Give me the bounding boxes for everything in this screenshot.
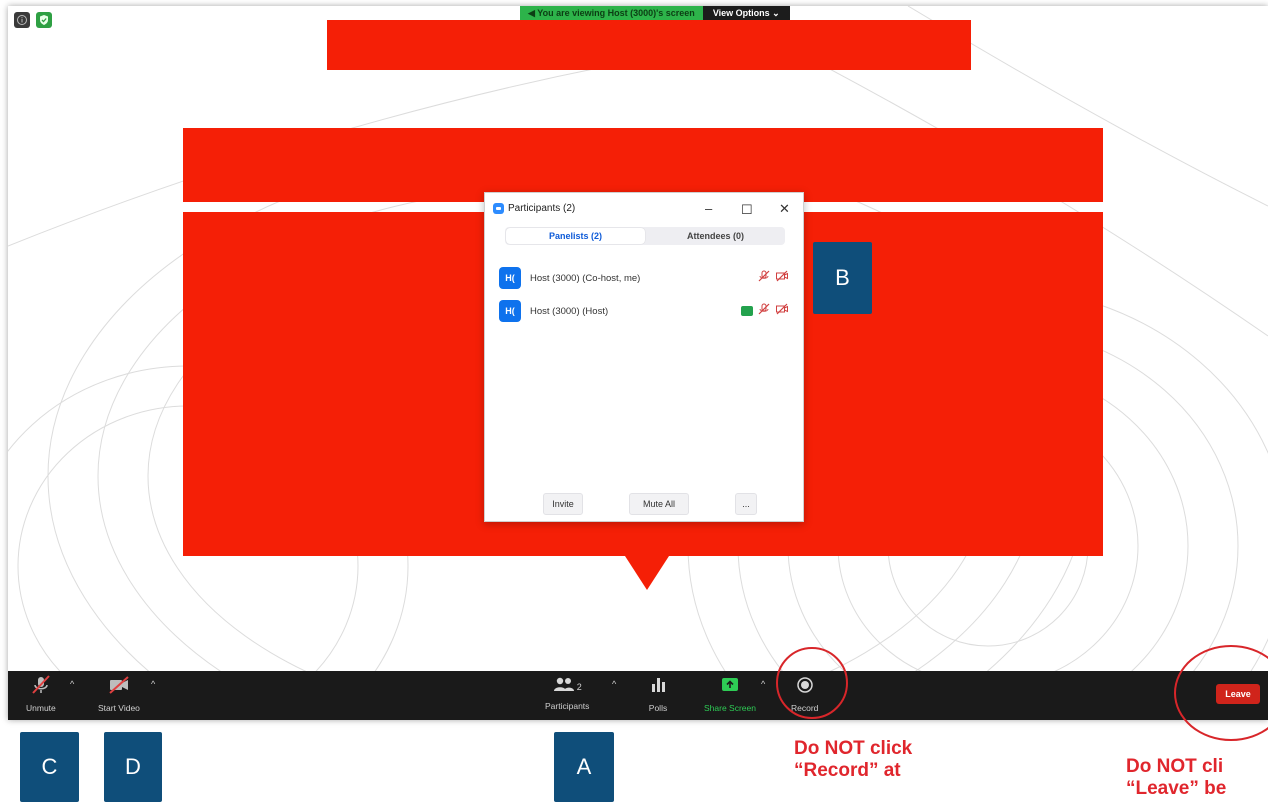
participant-name: Host (3000) (Co-host, me) (530, 272, 641, 284)
video-off-icon[interactable] (775, 302, 789, 321)
start-video-label: Start Video (98, 703, 140, 713)
participant-row[interactable]: H( Host (3000) (Co-host, me) (499, 267, 789, 289)
meeting-status-icons (14, 12, 52, 28)
unmute-label: Unmute (26, 703, 56, 713)
start-video-button[interactable]: Start Video (98, 675, 140, 713)
leave-warning-text: Do NOT cli “Leave” be (1126, 756, 1227, 799)
video-off-icon (107, 675, 131, 700)
mute-all-button[interactable]: Mute All (629, 493, 689, 515)
participants-icon (553, 675, 575, 698)
meeting-window: ◀ You are viewing Host (3000)'s screen V… (8, 6, 1268, 720)
polls-label: Polls (648, 703, 668, 713)
close-icon[interactable]: ✕ (779, 201, 790, 217)
marker-b: B (813, 242, 872, 314)
participants-footer: Invite Mute All ... (485, 493, 803, 515)
marker-c: C (20, 732, 79, 802)
unmute-button[interactable]: Unmute (26, 675, 56, 713)
screen-share-banner: ◀ You are viewing Host (3000)'s screen V… (520, 6, 790, 20)
video-options-caret[interactable]: ^ (151, 679, 155, 689)
participants-count: 2 (576, 681, 582, 692)
meeting-toolbar: Unmute ^ Start Video ^ 2 Participants ^ (8, 671, 1268, 720)
polls-button[interactable]: Polls (648, 675, 668, 713)
mic-muted-icon[interactable] (757, 302, 771, 321)
mic-muted-icon (30, 675, 52, 700)
share-screen-button[interactable]: Share Screen (704, 675, 756, 713)
viewing-status: ◀ You are viewing Host (3000)'s screen (520, 6, 703, 20)
redacted-title-block (327, 20, 971, 70)
sharing-screen-icon (741, 306, 753, 316)
zoom-logo-icon (493, 203, 504, 214)
tab-attendees[interactable]: Attendees (0) (646, 227, 785, 245)
marker-a: A (554, 732, 614, 802)
record-highlight-circle (776, 647, 848, 719)
participants-tabs: Panelists (2) Attendees (0) (505, 227, 785, 245)
participants-panel: Participants (2) – ☐ ✕ Panelists (2) Att… (484, 192, 804, 522)
invite-button[interactable]: Invite (543, 493, 583, 515)
view-options-button[interactable]: View Options ⌄ (702, 6, 790, 20)
maximize-icon[interactable]: ☐ (741, 202, 753, 218)
participants-panel-title: Participants (2) (493, 203, 575, 214)
share-options-caret[interactable]: ^ (761, 679, 765, 689)
participant-row[interactable]: H( Host (3000) (Host) (499, 300, 789, 322)
avatar: H( (499, 300, 521, 322)
redacted-header-block (183, 128, 1103, 202)
polls-icon (648, 675, 668, 700)
redacted-pointer-shape (625, 556, 669, 590)
participants-options-caret[interactable]: ^ (612, 679, 616, 689)
share-screen-label: Share Screen (704, 703, 756, 713)
mic-muted-icon[interactable] (757, 269, 771, 288)
marker-d: D (104, 732, 162, 802)
participants-button[interactable]: 2 Participants (545, 675, 589, 711)
chevron-down-icon: ⌄ (772, 8, 780, 18)
participant-name: Host (3000) (Host) (530, 305, 609, 317)
shield-icon[interactable] (36, 12, 52, 28)
record-warning-text: Do NOT click “Record” at (794, 738, 913, 781)
share-screen-icon (719, 675, 741, 700)
video-off-icon[interactable] (775, 269, 789, 288)
audio-options-caret[interactable]: ^ (70, 679, 74, 689)
info-icon[interactable] (14, 12, 30, 28)
more-options-button[interactable]: ... (735, 493, 757, 515)
avatar: H( (499, 267, 521, 289)
tab-panelists[interactable]: Panelists (2) (506, 228, 645, 244)
participants-label: Participants (545, 701, 590, 711)
speaker-icon: ◀ (528, 8, 538, 18)
minimize-icon[interactable]: – (705, 201, 712, 216)
